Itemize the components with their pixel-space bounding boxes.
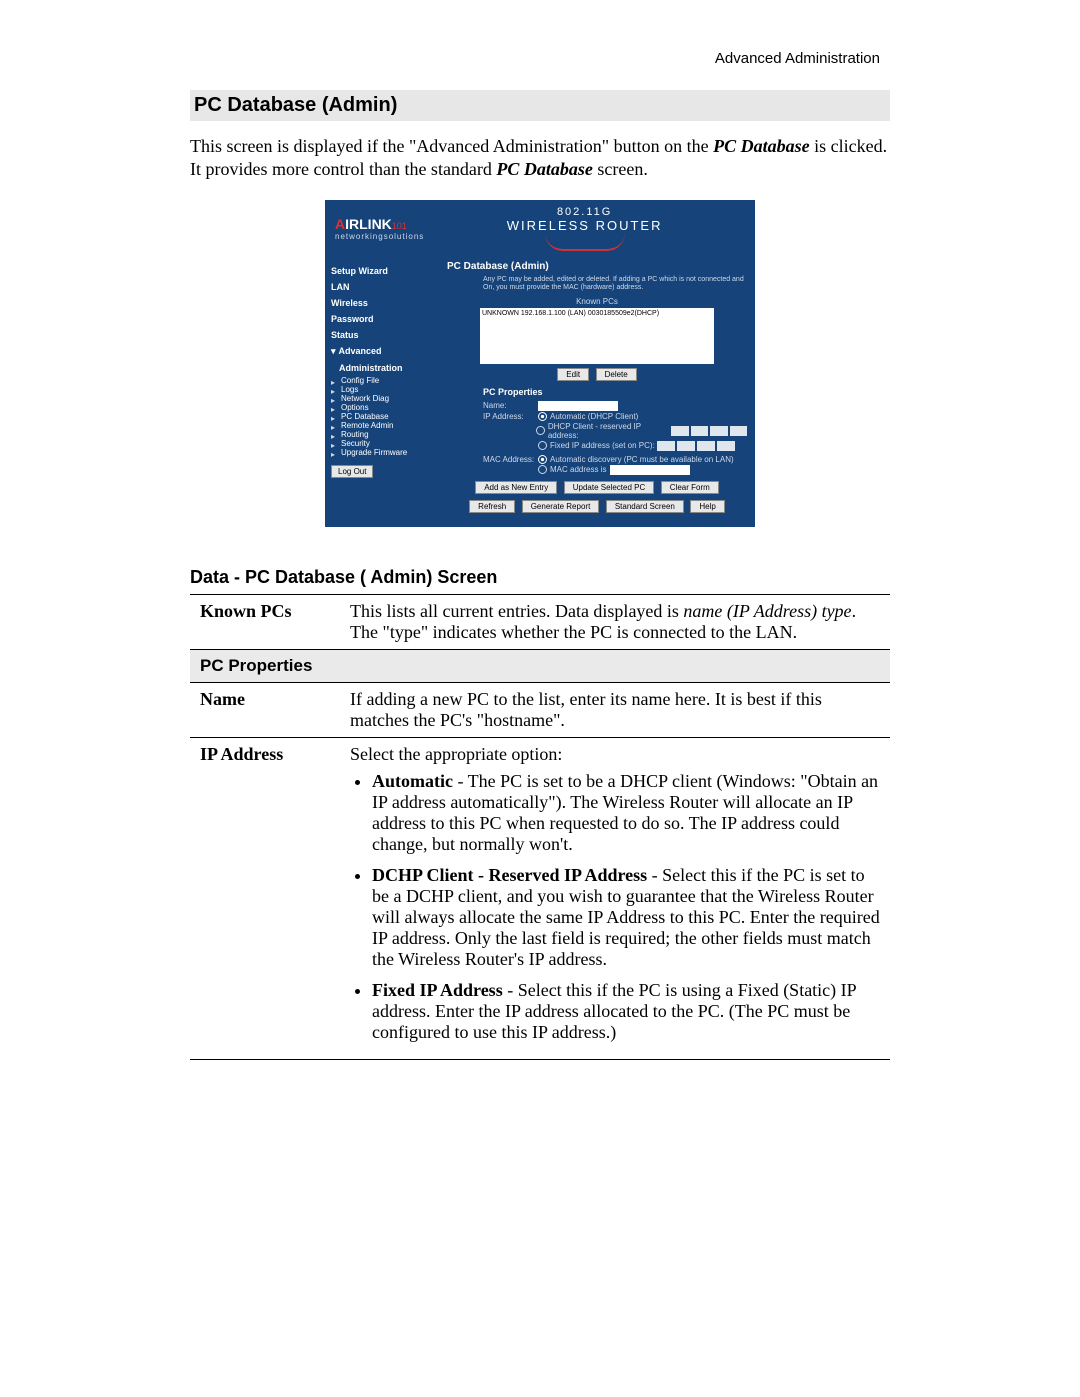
table-section-header: PC Properties — [190, 649, 890, 682]
nav-security[interactable]: Security — [331, 439, 443, 448]
name-desc-cell: If adding a new PC to the list, enter it… — [340, 682, 890, 737]
ip-b3-lead: Fixed IP Address — [372, 980, 503, 1000]
fip-oct-3[interactable] — [697, 441, 715, 451]
ip-bullet-fixed: Fixed IP Address - Select this if the PC… — [372, 980, 880, 1043]
router-title-block: 802.11G WIRELESS ROUTER — [424, 206, 745, 251]
table-row: Known PCs This lists all current entries… — [190, 594, 890, 649]
router-screenshot: AIRLINK101 networkingsolutions 802.11G W… — [325, 200, 755, 527]
logo-101: 101 — [392, 221, 407, 231]
prop-ip-label: IP Address: — [483, 412, 538, 421]
nav-routing[interactable]: Routing — [331, 430, 443, 439]
ip-b2-lead: DCHP Client - Reserved IP Address — [372, 865, 647, 885]
logo-tagline: networkingsolutions — [335, 232, 424, 241]
nav-pc-database[interactable]: PC Database — [331, 412, 443, 421]
data-section-title: Data - PC Database ( Admin) Screen — [190, 567, 890, 588]
nav-setup-wizard[interactable]: Setup Wizard — [331, 263, 443, 279]
nav-options[interactable]: Options — [331, 403, 443, 412]
mac-opt-manual: MAC address is — [550, 465, 606, 474]
name-input[interactable] — [538, 401, 618, 411]
clear-form-button[interactable]: Clear Form — [661, 481, 719, 494]
ip-radio-reserved[interactable] — [536, 426, 545, 435]
ip-oct-3[interactable] — [710, 426, 727, 436]
nav-advanced[interactable]: Advanced — [331, 343, 443, 360]
refresh-button[interactable]: Refresh — [469, 500, 515, 513]
table-row: Name If adding a new PC to the list, ent… — [190, 682, 890, 737]
mac-input[interactable] — [610, 465, 690, 475]
known-desc-b: name (IP Address) type — [683, 601, 851, 621]
known-pcs-listbox[interactable]: UNKNOWN 192.168.1.100 (LAN) 0030185509e2… — [480, 308, 714, 364]
ip-bullet-automatic: Automatic - The PC is set to be a DHCP c… — [372, 771, 880, 855]
logo-a: A — [335, 216, 345, 232]
router-nav: Setup Wizard LAN Wireless Password Statu… — [325, 257, 443, 527]
pc-properties-header: PC Properties — [190, 649, 890, 682]
intro-em-1: PC Database — [713, 136, 810, 156]
table-row: IP Address Select the appropriate option… — [190, 737, 890, 1059]
logout-button[interactable]: Log Out — [331, 465, 373, 478]
intro-paragraph: This screen is displayed if the "Advance… — [190, 135, 890, 182]
router-logo: AIRLINK101 networkingsolutions — [335, 216, 424, 241]
fip-oct-4[interactable] — [717, 441, 735, 451]
ip-oct-1[interactable] — [671, 426, 688, 436]
nav-wireless[interactable]: Wireless — [331, 295, 443, 311]
nav-config-file[interactable]: Config File — [331, 376, 443, 385]
delete-button[interactable]: Delete — [596, 368, 637, 381]
router-title-1: 802.11G — [424, 206, 745, 218]
ip-opt-reserved: DHCP Client - reserved IP address: — [548, 422, 670, 440]
known-pcs-label: Known PCs — [447, 297, 747, 306]
prop-mac-label: MAC Address: — [483, 455, 538, 464]
prop-name-label: Name: — [483, 401, 538, 410]
nav-lan[interactable]: LAN — [331, 279, 443, 295]
ip-radio-fixed[interactable] — [538, 441, 547, 450]
nav-logs[interactable]: Logs — [331, 385, 443, 394]
intro-em-2: PC Database — [496, 159, 593, 179]
logo-irlink: IRLINK — [345, 216, 392, 232]
known-pcs-entry[interactable]: UNKNOWN 192.168.1.100 (LAN) 0030185509e2… — [482, 310, 659, 317]
known-desc-a: This lists all current entries. Data dis… — [350, 601, 683, 621]
ip-oct-2[interactable] — [691, 426, 708, 436]
nav-upgrade-firmware[interactable]: Upgrade Firmware — [331, 448, 443, 457]
section-title: PC Database (Admin) — [190, 90, 890, 121]
router-main-title: PC Database (Admin) — [447, 261, 747, 272]
nav-remote-admin[interactable]: Remote Admin — [331, 421, 443, 430]
mac-opt-auto: Automatic discovery (PC must be availabl… — [550, 455, 734, 464]
known-pcs-label-cell: Known PCs — [190, 594, 340, 649]
ip-label-cell: IP Address — [190, 737, 340, 1059]
data-table: Known PCs This lists all current entries… — [190, 594, 890, 1060]
generate-report-button[interactable]: Generate Report — [522, 500, 600, 513]
add-entry-button[interactable]: Add as New Entry — [475, 481, 557, 494]
ip-radio-auto[interactable] — [538, 412, 547, 421]
help-button[interactable]: Help — [690, 500, 724, 513]
update-pc-button[interactable]: Update Selected PC — [564, 481, 655, 494]
page-header-right: Advanced Administration — [715, 50, 880, 67]
ip-oct-4[interactable] — [730, 426, 747, 436]
ip-bullet-reserved: DCHP Client - Reserved IP Address - Sele… — [372, 865, 880, 970]
ip-desc-cell: Select the appropriate option: Automatic… — [340, 737, 890, 1059]
standard-screen-button[interactable]: Standard Screen — [606, 500, 684, 513]
name-label-cell: Name — [190, 682, 340, 737]
edit-button[interactable]: Edit — [557, 368, 589, 381]
router-main-note: Any PC may be added, edited or deleted. … — [483, 276, 747, 293]
ip-opt-fixed: Fixed IP address (set on PC): — [550, 441, 655, 450]
intro-text: This screen is displayed if the "Advance… — [190, 136, 713, 156]
pc-properties-title: PC Properties — [483, 387, 747, 397]
ip-b1-lead: Automatic — [372, 771, 453, 791]
nav-password[interactable]: Password — [331, 311, 443, 327]
ip-opt-auto: Automatic (DHCP Client) — [550, 412, 638, 421]
mac-radio-manual[interactable] — [538, 465, 547, 474]
known-pcs-desc-cell: This lists all current entries. Data dis… — [340, 594, 890, 649]
nav-status[interactable]: Status — [331, 327, 443, 343]
ip-intro: Select the appropriate option: — [350, 744, 880, 765]
mac-radio-auto[interactable] — [538, 455, 547, 464]
intro-text-3: screen. — [593, 159, 648, 179]
fip-oct-1[interactable] — [657, 441, 675, 451]
fip-oct-2[interactable] — [677, 441, 695, 451]
nav-administration[interactable]: Administration — [331, 360, 443, 376]
router-title-2: WIRELESS ROUTER — [424, 218, 745, 233]
nav-network-diag[interactable]: Network Diag — [331, 394, 443, 403]
router-title-arc-icon — [545, 233, 625, 251]
